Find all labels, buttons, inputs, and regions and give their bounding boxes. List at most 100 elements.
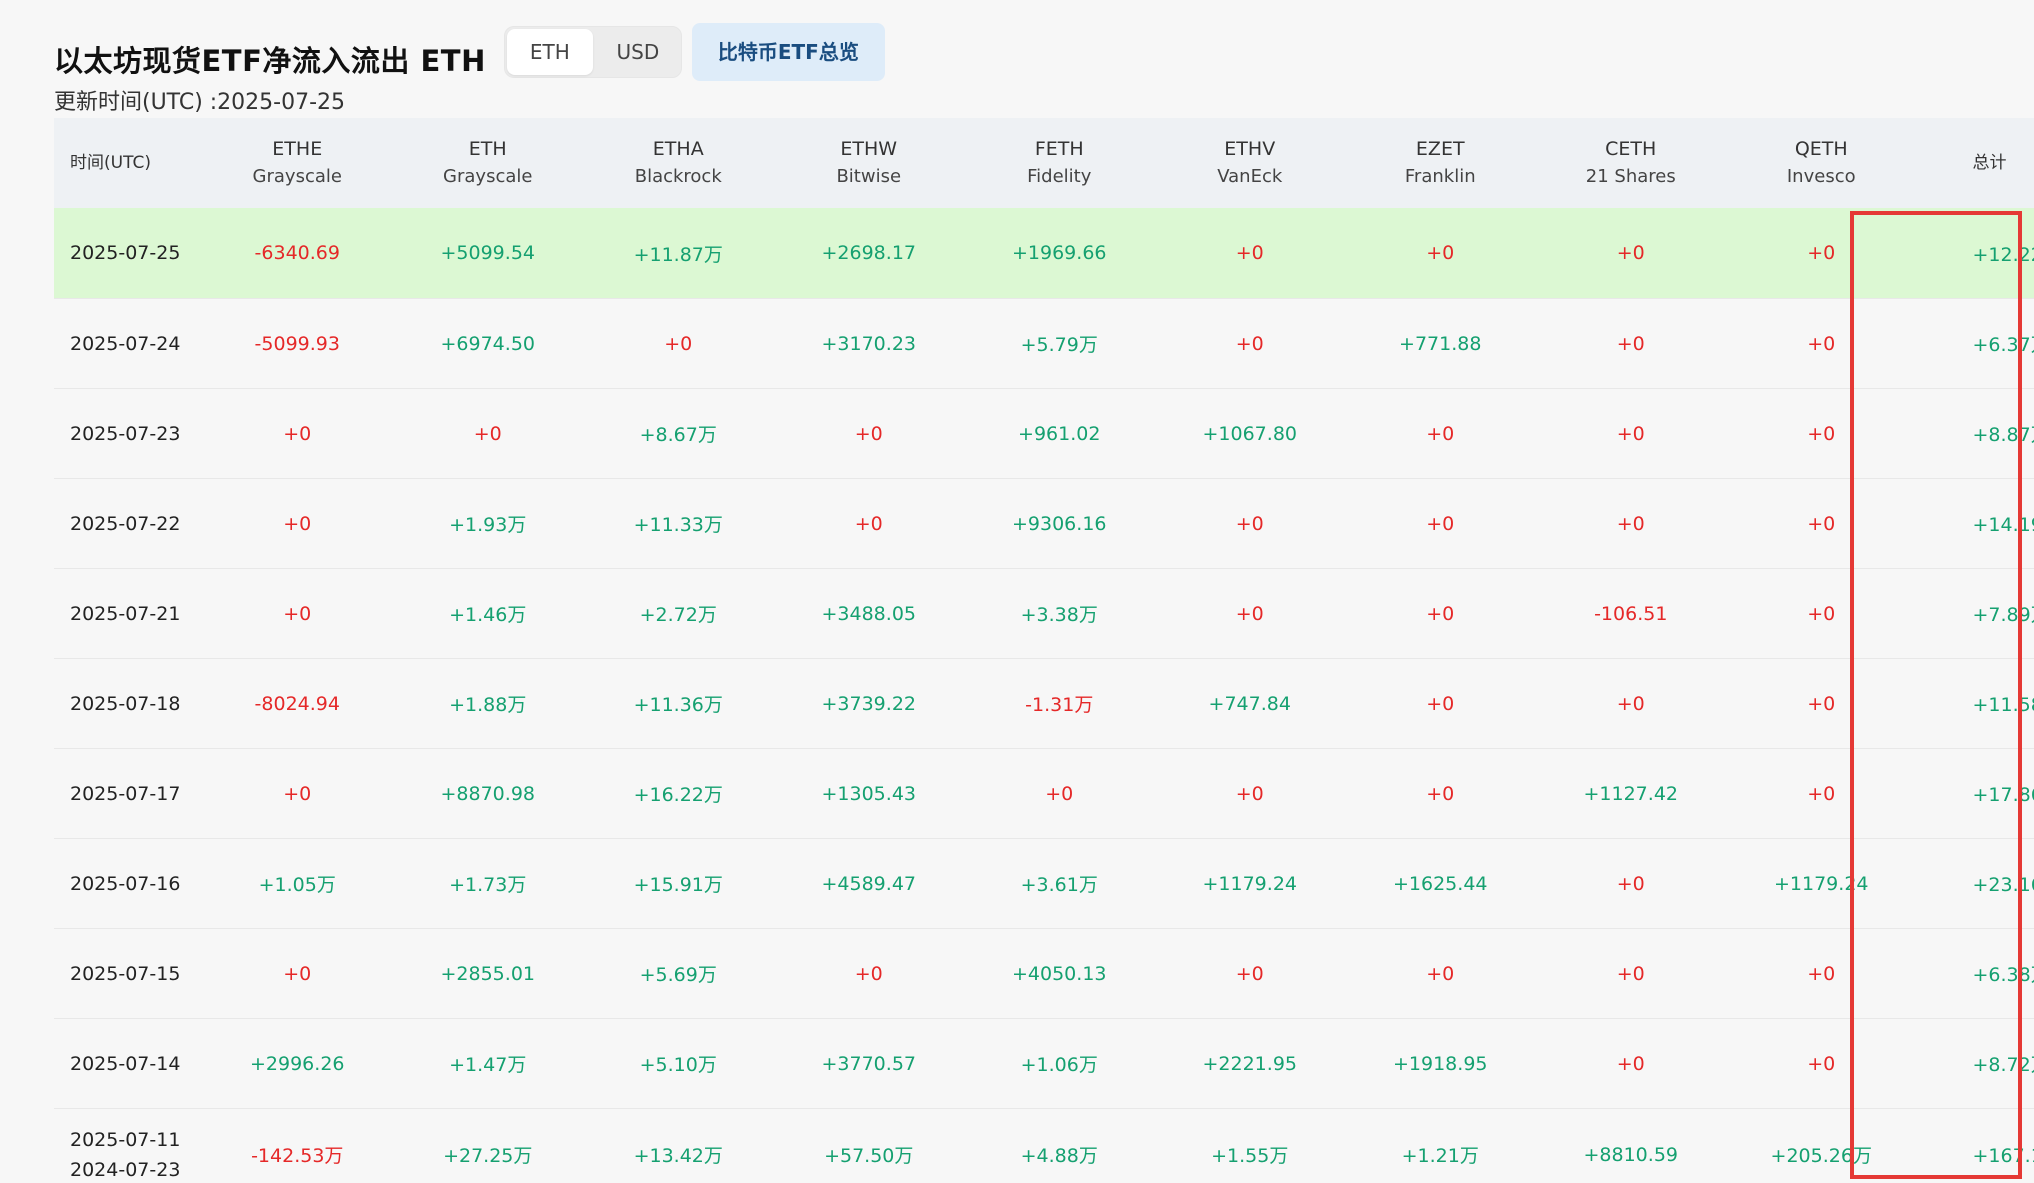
table-row: 2025-07-25 -6340.69 +5099.54 +11.87万 +2698.1… (54, 208, 2034, 298)
unit-toggle-usd[interactable]: USD (595, 27, 681, 77)
flow-value-eth: +5099.54 (440, 242, 536, 264)
flow-value-ethe: -5099.93 (254, 332, 340, 355)
header-etf: FETH Fidelity (964, 135, 1155, 191)
flow-value-ezet: +0 (1426, 782, 1455, 805)
header-etf: ETH Grayscale (393, 135, 584, 191)
row-date: 2025-07-15 (54, 959, 202, 989)
page-title: 以太坊现货ETF净流入流出 ETH (54, 44, 486, 78)
row-total: +8.87万 (1972, 424, 2034, 446)
header-issuer: Bitwise (836, 166, 902, 187)
row-date: 2025-07-11 2024-07-23 (54, 1125, 202, 1183)
flow-value-qeth: +205.26万 (1770, 1145, 1872, 1167)
flow-value-ethv: +0 (1235, 242, 1264, 264)
flow-value-etha: +16.22万 (633, 784, 723, 806)
flow-value-ezet: +771.88 (1399, 332, 1482, 355)
flow-value-ethv: +0 (1235, 782, 1264, 805)
flow-value-ezet: +0 (1426, 602, 1455, 625)
header-issuer: Franklin (1404, 166, 1476, 187)
flow-value-feth: +4050.13 (1012, 962, 1107, 985)
header-issuer: Blackrock (634, 166, 722, 187)
flow-value-etha: +2.72万 (639, 604, 717, 626)
table-row: 2025-07-21 +0 +1.46万 +2.72万 +3488.05 +3.38万 +0… (54, 568, 2034, 658)
flow-value-ethv: +0 (1235, 512, 1264, 535)
row-total: +6.37万 (1972, 334, 2034, 356)
header-issuer: VanEck (1217, 166, 1283, 187)
row-date-value: 2025-07-21 (70, 602, 181, 625)
flow-value-ceth: +0 (1616, 962, 1645, 985)
header-total: 总计 (1972, 153, 2007, 173)
flow-value-qeth: +1179.24 (1774, 872, 1869, 895)
flow-value-etha: +11.87万 (633, 243, 723, 266)
header-ticker: ETHE (272, 138, 323, 160)
flow-value-feth: +0 (1045, 782, 1074, 805)
flow-value-ceth: +0 (1616, 692, 1645, 715)
flow-value-ethe: -142.53万 (251, 1145, 344, 1167)
header-etf: ETHW Bitwise (774, 135, 965, 191)
flow-value-etha: +11.36万 (633, 694, 723, 716)
flow-value-etha: +8.67万 (639, 424, 717, 446)
flow-value-ceth: +0 (1616, 872, 1645, 895)
flow-value-ethw: +3488.05 (821, 602, 917, 625)
flow-value-etha: +5.69万 (639, 964, 717, 986)
flow-value-eth: +27.25万 (443, 1145, 533, 1167)
table-row: 2025-07-14 +2996.26 +1.47万 +5.10万 +3770.57 +1… (54, 1018, 2034, 1108)
flow-value-feth: +1969.66 (1012, 242, 1107, 264)
header-etf: QETH Invesco (1726, 135, 1917, 191)
row-date: 2025-07-18 (54, 689, 202, 719)
header-issuer: Invesco (1786, 166, 1856, 187)
row-date-value: 2025-07-15 (70, 962, 181, 985)
flow-value-ethw: +3170.23 (821, 332, 917, 355)
flow-value-ceth: +0 (1616, 1052, 1645, 1075)
flow-value-ceth: +1127.42 (1583, 782, 1679, 805)
flow-value-feth: +3.38万 (1020, 604, 1098, 626)
btc-etf-overview-button[interactable]: 比特币ETF总览 (691, 23, 885, 81)
flow-value-ethe: +1.05万 (258, 874, 336, 896)
flow-value-ethv: +747.84 (1208, 692, 1291, 715)
row-total: +7.89万 (1972, 604, 2034, 626)
flow-value-feth: +1.06万 (1020, 1054, 1098, 1076)
flow-value-ezet: +1625.44 (1393, 872, 1488, 895)
flow-value-etha: +15.91万 (633, 874, 723, 896)
flow-value-ethv: +1067.80 (1202, 422, 1298, 445)
unit-toggle-eth[interactable]: ETH (506, 29, 593, 75)
flow-value-feth: +3.61万 (1020, 874, 1098, 896)
flow-value-ethw: +4589.47 (821, 872, 917, 895)
flow-value-ethv: +0 (1235, 962, 1264, 985)
row-date: 2025-07-17 (54, 779, 202, 809)
header-etf: CETH 21 Shares (1536, 135, 1727, 191)
flow-value-ethw: +3770.57 (821, 1052, 917, 1075)
row-date-value: 2025-07-25 (70, 242, 181, 264)
flow-value-qeth: +0 (1807, 1052, 1836, 1075)
flow-value-ethe: -8024.94 (254, 692, 340, 715)
flow-value-ethe: -6340.69 (254, 242, 340, 264)
row-date: 2025-07-14 (54, 1049, 202, 1079)
table-row: 2025-07-15 +0 +2855.01 +5.69万 +0 +4050.13 +0 +0… (54, 928, 2034, 1018)
flow-value-ethw: +3739.22 (821, 692, 917, 715)
header-etf: ETHV VanEck (1155, 135, 1346, 191)
flow-value-ethe: +0 (283, 602, 312, 625)
flow-value-ethw: +0 (854, 512, 883, 535)
row-date-value: 2025-07-23 (70, 422, 181, 445)
flow-value-eth: +1.73万 (449, 874, 527, 896)
flow-value-ezet: +0 (1426, 962, 1455, 985)
row-total: +8.72万 (1972, 1054, 2034, 1076)
table-row: 2025-07-11 2024-07-23 -142.53万 +27.25万 +13.4… (54, 1108, 2034, 1183)
flow-value-ezet: +1918.95 (1393, 1052, 1488, 1075)
row-date-value: 2025-07-14 (70, 1052, 181, 1075)
flow-value-ezet: +0 (1426, 512, 1455, 535)
flow-value-ezet: +1.21万 (1401, 1145, 1479, 1167)
header-date: 时间(UTC) (70, 153, 151, 173)
flow-value-eth: +1.88万 (449, 694, 527, 716)
row-total: +17.86万 (1972, 784, 2034, 806)
flow-value-eth: +2855.01 (440, 962, 536, 985)
header-issuer: 21 Shares (1585, 166, 1676, 187)
row-date-value: 2025-07-17 (70, 782, 181, 805)
flow-value-ceth: +0 (1616, 242, 1645, 264)
header-issuer: Fidelity (1027, 166, 1092, 187)
header-ticker: ETHV (1224, 138, 1276, 160)
row-date-end: 2024-07-23 (70, 1158, 181, 1181)
flow-value-ethe: +0 (283, 422, 312, 445)
row-date-value: 2025-07-24 (70, 332, 181, 355)
flow-value-ethe: +0 (283, 962, 312, 985)
header-issuer: Grayscale (443, 166, 533, 187)
